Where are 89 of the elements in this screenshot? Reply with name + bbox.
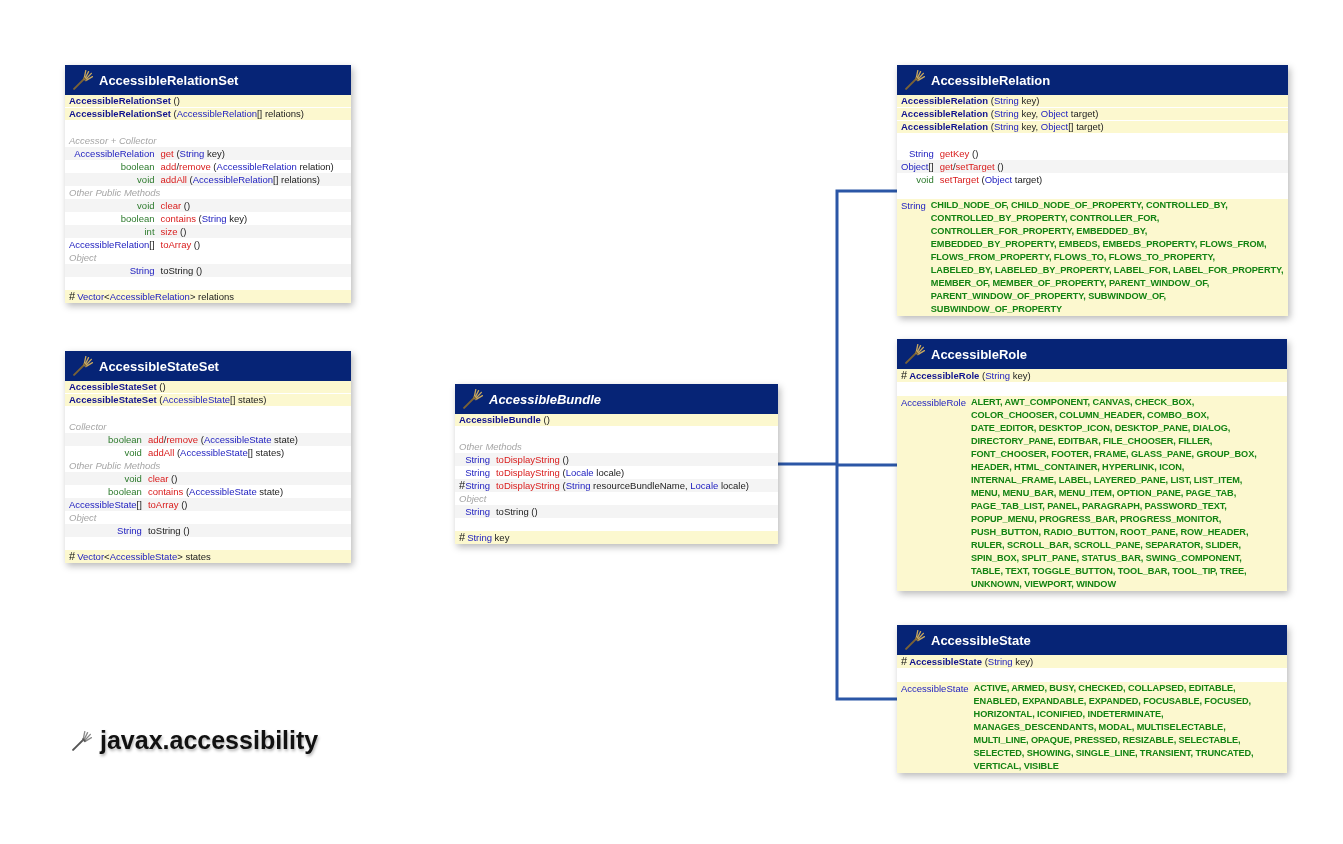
category-label: Object bbox=[68, 511, 98, 524]
visibility-symbol: # bbox=[69, 290, 76, 303]
constructor-signature: AccessibleRelation (String key, Object target) bbox=[901, 108, 1099, 120]
return-type: boolean bbox=[108, 485, 142, 498]
method-signature: add/remove (AccessibleState state) bbox=[147, 433, 299, 446]
class-name: AccessibleState bbox=[931, 633, 1031, 647]
method-signature: toString () bbox=[160, 264, 204, 277]
return-type: void bbox=[137, 199, 155, 212]
return-type: AccessibleRelation[] bbox=[69, 238, 155, 251]
constant-type: AccessibleState bbox=[901, 682, 969, 695]
category-label: Object bbox=[68, 251, 98, 264]
visibility-symbol: # bbox=[69, 550, 76, 563]
return-type: String bbox=[129, 264, 155, 277]
visibility-symbol: # bbox=[459, 531, 466, 544]
field-declaration: Vector<AccessibleState> states bbox=[77, 550, 211, 563]
method-signature: get/setTarget () bbox=[939, 160, 1005, 173]
constructor-signature: AccessibleRelationSet () bbox=[69, 95, 180, 107]
return-type: void bbox=[124, 472, 142, 485]
method-signature: toArray () bbox=[160, 238, 202, 251]
constructor-signature: AccessibleBundle () bbox=[459, 414, 550, 426]
method-signature: get (String key) bbox=[160, 147, 226, 160]
return-type: void bbox=[916, 173, 934, 186]
return-type: boolean bbox=[108, 433, 142, 446]
constant-list: ALERT, AWT_COMPONENT, CANVAS, CHECK_BOX, COLOR_CHOOSER, COLUMN_HEADER, COMBO_BOX, DATE_EDITOR, DESKTOP_ICON, DESKTOP_PANE, DIALOG, DIRECTORY_PANE, EDITBAR, FILE_CHOOSER, FILLER, FONT_CHOOSER, FOOTER, FRAME, GLASS_PANE, GROUP_BOX, HEADER, HTML_CONTAINER, HYPERLINK, ICON, INTERNAL_FRAME, LABEL, LAYERED_PANE, LIST, LIST_ITEM, MENU, MENU_BAR, MENU_ITEM, OPTION_PANE, PAGE_TAB, PAGE_TAB_LIST, PANEL, PARAGRAPH, PASSWORD_TEXT, POPUP_MENU, PROGRESS_BAR, PROGRESS_MONITOR, PUSH_BUTTON, RADIO_BUTTON, ROOT_PANE, ROW_HEADER, RULER, SCROLL_BAR, SCROLL_PANE, SEPARATOR, SLIDER, SPIN_BOX, SPLIT_PANE, STATUS_BAR, SWING_COMPONENT, TABLE, TEXT, TOGGLE_BUTTON, TOOL_BAR, TOOL_TIP, TREE, UNKNOWN, VIEWPORT, WINDOW bbox=[970, 396, 1257, 591]
return-type: String bbox=[908, 147, 934, 160]
broom-icon bbox=[73, 356, 93, 376]
return-type: String bbox=[465, 453, 490, 466]
return-type: void bbox=[137, 173, 155, 186]
constant-list: ACTIVE, ARMED, BUSY, CHECKED, COLLAPSED, EDITABLE, ENABLED, EXPANDABLE, EXPANDED, FOCUSABLE, FOCUSED, HORIZONTAL, ICONIFIED, INDETERMINATE, MANAGES_DESCENDANTS, MODAL, MULTISELECTABLE, MULTI_LINE, OPAQUE, PRESSED, RESIZABLE, SELECTABLE, SELECTED, SHOWING, SINGLE_LINE, TRANSIENT, TRUNCATED, VERTICAL, VISIBLE bbox=[973, 682, 1254, 773]
category-label: Collector bbox=[68, 420, 108, 433]
method-signature: addAll (AccessibleRelation[] relations) bbox=[160, 173, 322, 186]
constructor-signature: AccessibleStateSet (AccessibleState[] states) bbox=[69, 394, 267, 406]
constructor-signature: AccessibleStateSet () bbox=[69, 381, 166, 393]
diagram-title: javax.accessibility bbox=[100, 726, 319, 755]
field-declaration: Vector<AccessibleRelation> relations bbox=[77, 290, 234, 303]
return-type: String bbox=[465, 505, 490, 518]
return-type: AccessibleState[] bbox=[69, 498, 142, 511]
method-signature: clear () bbox=[160, 199, 192, 212]
broom-icon bbox=[73, 70, 93, 90]
constant-list: CHILD_NODE_OF, CHILD_NODE_OF_PROPERTY, CONTROLLED_BY, CONTROLLED_BY_PROPERTY, CONTROLLER_FOR, CONTROLLER_FOR_PROPERTY, EMBEDDED_BY, EMBEDDED_BY_PROPERTY, EMBEDS, EMBEDS_PROPERTY, FLOWS_FROM, FLOWS_FROM_PROPERTY, FLOWS_TO, FLOWS_TO_PROPERTY, LABELED_BY, LABELED_BY_PROPERTY, LABEL_FOR, LABEL_FOR_PROPERTY, MEMBER_OF, MEMBER_OF_PROPERTY, PARENT_WINDOW_OF, PARENT_WINDOW_OF_PROPERTY, SUBWINDOW_OF, SUBWINDOW_OF_PROPERTY bbox=[930, 199, 1284, 316]
broom-icon bbox=[463, 389, 483, 409]
method-signature: size () bbox=[160, 225, 188, 238]
return-type: int bbox=[144, 225, 155, 238]
category-label: Other Public Methods bbox=[68, 186, 162, 199]
method-signature: getKey () bbox=[939, 147, 980, 160]
constructor-signature: AccessibleRelationSet (AccessibleRelation[] relations) bbox=[69, 108, 304, 120]
visibility-symbol: # bbox=[901, 655, 908, 667]
class-name: AccessibleRelation bbox=[931, 73, 1051, 87]
broom-icon bbox=[905, 70, 925, 90]
class-name: AccessibleStateSet bbox=[99, 359, 219, 373]
broom-icon bbox=[72, 730, 92, 751]
method-signature: contains (String key) bbox=[160, 212, 249, 225]
constructor-signature: AccessibleState (String key) bbox=[909, 656, 1034, 668]
return-type: void bbox=[124, 446, 142, 459]
field-declaration: String key bbox=[467, 531, 510, 544]
category-label: Object bbox=[458, 492, 488, 505]
class-name: AccessibleRole bbox=[931, 347, 1028, 361]
method-signature: clear () bbox=[147, 472, 179, 485]
return-type: Object[] bbox=[901, 160, 934, 173]
category-label: Other Public Methods bbox=[68, 459, 162, 472]
return-type: AccessibleRelation bbox=[74, 147, 155, 160]
return-type: String bbox=[117, 524, 142, 537]
method-signature: addAll (AccessibleState[] states) bbox=[147, 446, 286, 459]
method-signature: contains (AccessibleState state) bbox=[147, 485, 285, 498]
constant-type: String bbox=[901, 199, 926, 212]
method-signature: toString () bbox=[495, 505, 539, 518]
method-signature: add/remove (AccessibleRelation relation) bbox=[160, 160, 335, 173]
method-signature: toString () bbox=[147, 524, 191, 537]
class-name: AccessibleRelationSet bbox=[99, 73, 239, 87]
visibility-symbol: # bbox=[901, 369, 908, 381]
constant-type: AccessibleRole bbox=[901, 396, 966, 409]
return-type: String bbox=[465, 466, 490, 479]
visibility-symbol: # bbox=[459, 479, 466, 492]
broom-icon bbox=[905, 630, 925, 650]
category-label: Accessor + Collector bbox=[68, 134, 158, 147]
method-signature: setTarget (Object target) bbox=[939, 173, 1044, 186]
method-signature: toDisplayString () bbox=[495, 453, 570, 466]
class-name: AccessibleBundle bbox=[489, 392, 601, 406]
return-type: boolean bbox=[120, 160, 155, 173]
method-signature: toArray () bbox=[147, 498, 189, 511]
broom-icon bbox=[905, 344, 925, 364]
method-signature: toDisplayString (Locale locale) bbox=[495, 466, 626, 479]
constructor-signature: AccessibleRelation (String key, Object[] target) bbox=[901, 121, 1104, 133]
constructor-signature: AccessibleRole (String key) bbox=[909, 370, 1031, 382]
return-type: String bbox=[465, 479, 490, 492]
return-type: boolean bbox=[120, 212, 155, 225]
constructor-signature: AccessibleRelation (String key) bbox=[901, 95, 1040, 107]
method-signature: toDisplayString (String resourceBundleName, Locale locale) bbox=[495, 479, 750, 492]
category-label: Other Methods bbox=[458, 440, 523, 453]
